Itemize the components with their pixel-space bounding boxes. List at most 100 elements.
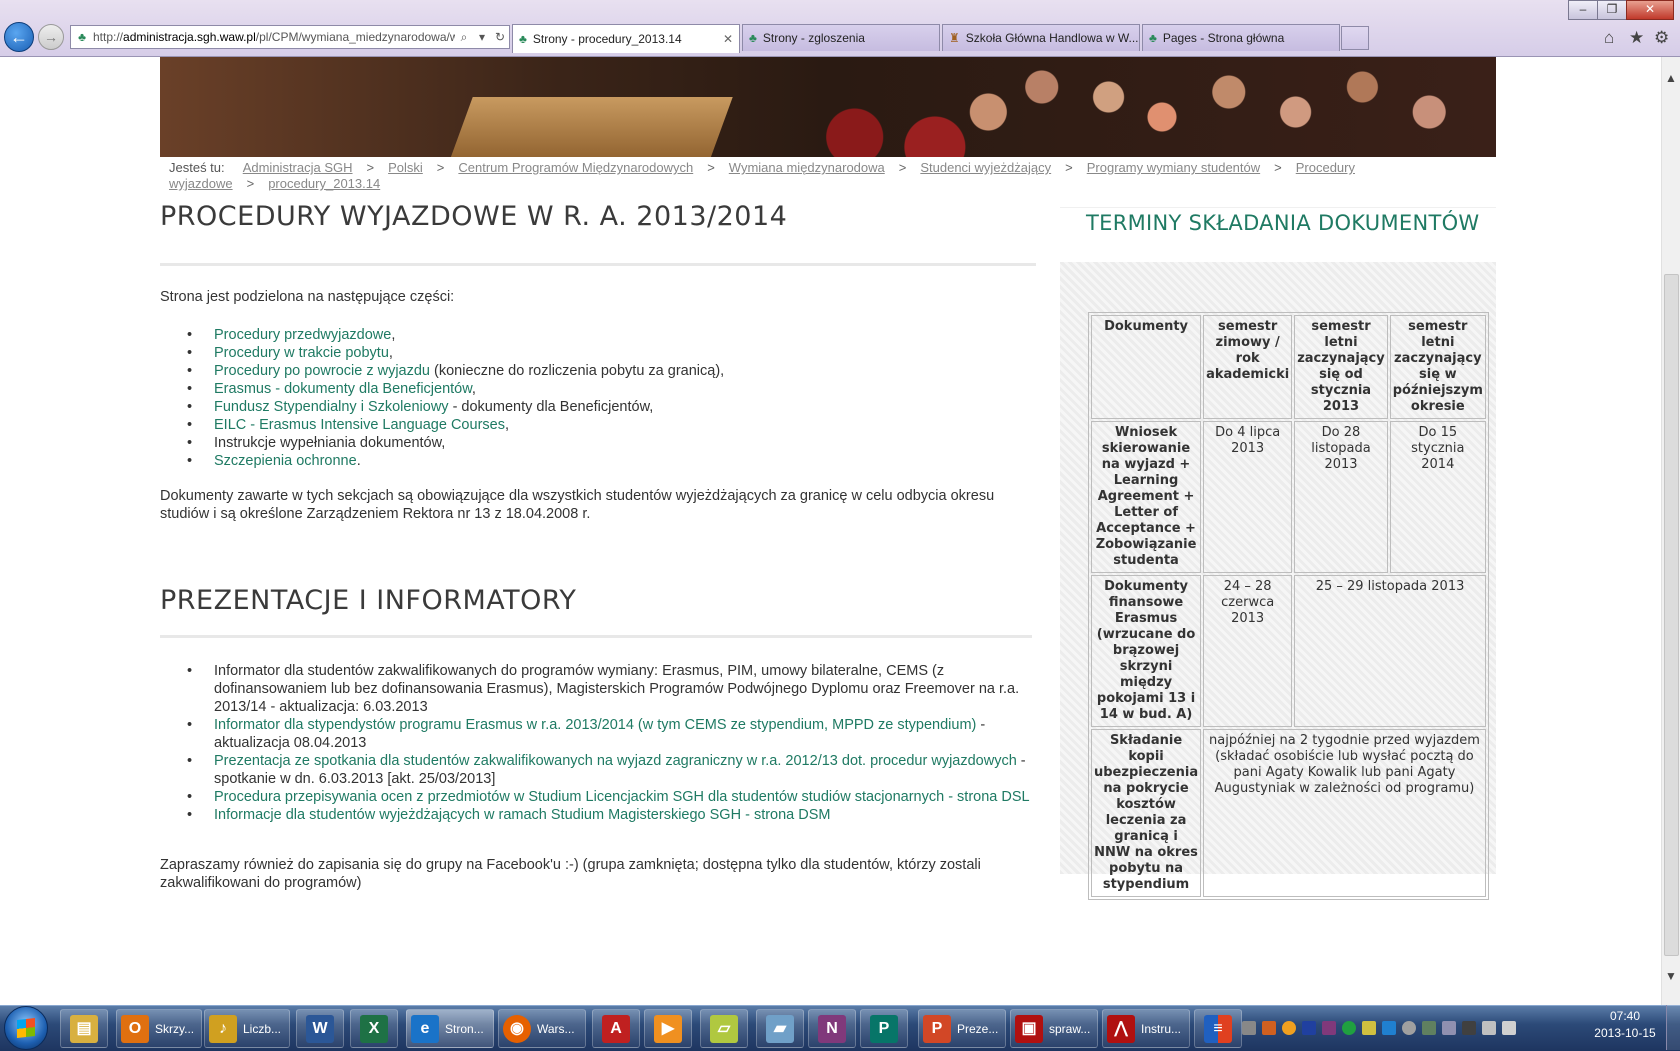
favorites-star-icon[interactable]: ★ — [1629, 28, 1644, 48]
dropdown-icon[interactable]: ▾ — [473, 30, 491, 44]
taskbar-word[interactable]: W — [296, 1009, 344, 1048]
close-window-button[interactable]: ✕ — [1626, 0, 1674, 20]
list-item: Fundusz Stypendialny i Szkoleniowy - dok… — [187, 398, 724, 416]
start-button[interactable] — [4, 1006, 48, 1050]
tab-label: Pages - Strona główna — [1162, 31, 1285, 45]
taskbar-outlook[interactable]: O Skrzy... — [116, 1009, 202, 1048]
media-icon: ▶ — [654, 1014, 682, 1043]
section-link[interactable]: Procedury po powrocie z wyjazdu — [214, 363, 430, 379]
minimize-button[interactable]: – — [1568, 0, 1598, 20]
section-link[interactable]: Szczepienia ochronne — [214, 453, 357, 469]
taskbar-media[interactable]: ▶ — [644, 1009, 692, 1048]
network-icon[interactable] — [1482, 1020, 1496, 1035]
tray-icon[interactable] — [1382, 1020, 1396, 1035]
taskbar-publisher[interactable]: P — [860, 1009, 908, 1048]
breadcrumb-current[interactable]: procedury_2013.14 — [268, 176, 380, 191]
tray-icon[interactable] — [1242, 1020, 1256, 1035]
informator-text: Informator dla studentów zakwalifikowany… — [214, 663, 1020, 715]
list-item: Informacje dla studentów wyjeżdżających … — [187, 806, 1030, 824]
tray-icon[interactable] — [1342, 1020, 1356, 1035]
back-button[interactable]: ← — [4, 22, 34, 52]
section-link[interactable]: Erasmus - dokumenty dla Beneficjentów — [214, 381, 472, 397]
tray-icon[interactable] — [1442, 1020, 1456, 1035]
explorer-taskbar-button[interactable]: ▤ — [60, 1009, 108, 1048]
facebook-note: Zapraszamy również do zapisania się do g… — [160, 857, 981, 891]
maximize-button[interactable]: ❐ — [1597, 0, 1627, 20]
tray-icon[interactable] — [1262, 1020, 1276, 1035]
tab-strony-zgloszenia[interactable]: ♣ Strony - zgloszenia — [742, 24, 940, 51]
tab-label: Strony - procedury_2013.14 — [532, 32, 682, 46]
window-controls: – ❐ ✕ — [1568, 0, 1674, 20]
tray-icon[interactable] — [1402, 1020, 1416, 1035]
taskbar-ie[interactable]: e Stron... — [406, 1009, 494, 1048]
show-desktop-button[interactable] — [1666, 1005, 1680, 1050]
scroll-down-icon[interactable]: ▼ — [1662, 969, 1680, 983]
section-link[interactable]: Fundusz Stypendialny i Szkoleniowy — [214, 399, 449, 415]
vertical-scrollbar[interactable]: ▲ ▼ — [1661, 57, 1680, 1005]
sidebar-title: TERMINY SKŁADANIA DOKUMENTÓW — [1086, 211, 1480, 235]
new-tab-button[interactable] — [1341, 26, 1369, 50]
taskbar-powerpoint[interactable]: P Preze... — [918, 1009, 1006, 1048]
tab-pages[interactable]: ♣ Pages - Strona główna — [1142, 24, 1340, 51]
presentation-link[interactable]: Prezentacja ze spotkania dla studentów z… — [214, 753, 1017, 769]
tab-strony-procedury[interactable]: ♣ Strony - procedury_2013.14 ✕ — [512, 24, 740, 53]
outlook-icon: O — [121, 1014, 149, 1043]
taskbar-onenote[interactable]: N — [808, 1009, 856, 1048]
tray-icon[interactable] — [1422, 1020, 1436, 1035]
list-item: Erasmus - dokumenty dla Beneficjentów, — [187, 380, 724, 398]
sections-list: Procedury przedwyjazdowe, Procedury w tr… — [187, 326, 724, 470]
breadcrumb-link[interactable]: Centrum Programów Międzynarodowych — [458, 160, 693, 175]
flag-icon[interactable] — [1462, 1020, 1476, 1035]
refresh-icon[interactable]: ↻ — [491, 30, 509, 44]
breadcrumb-link[interactable]: Polski — [388, 160, 423, 175]
breadcrumb-link[interactable]: Studenci wyjeżdżający — [920, 160, 1051, 175]
tab-sgh[interactable]: ♜ Szkoła Główna Handlowa w W... — [942, 24, 1140, 51]
taskbar-notes[interactable]: ▰ — [756, 1009, 804, 1048]
breadcrumb-link[interactable]: Programy wymiany studentów — [1087, 160, 1260, 175]
tray-icon[interactable] — [1322, 1020, 1336, 1035]
taskbar-app2[interactable]: ≡ — [1194, 1009, 1242, 1048]
tray-icon[interactable] — [1282, 1020, 1296, 1035]
forward-button[interactable]: → — [38, 24, 64, 50]
url-text[interactable]: http://administracja.sgh.waw.pl/pl/CPM/w… — [93, 30, 455, 44]
informator-link[interactable]: Informator dla stypendystów programu Era… — [214, 717, 976, 733]
scrollbar-thumb[interactable] — [1664, 274, 1679, 956]
settings-gear-icon[interactable]: ⚙ — [1654, 28, 1669, 48]
taskbar-excel[interactable]: X — [350, 1009, 398, 1048]
dsm-link[interactable]: Informacje dla studentów wyjeżdżających … — [214, 807, 831, 823]
breadcrumb-link[interactable]: Wymiana międzynarodowa — [729, 160, 885, 175]
publisher-icon: P — [870, 1014, 898, 1043]
taskbar-clock[interactable]: 07:40 2013-10-15 — [1592, 1008, 1658, 1042]
section-link[interactable]: Procedury w trakcie pobytu — [214, 345, 389, 361]
home-icon[interactable]: ⌂ — [1604, 28, 1614, 48]
table-cell: 24 – 28 czerwca 2013 — [1203, 575, 1293, 727]
volume-icon[interactable] — [1502, 1020, 1516, 1035]
taskbar-folder[interactable]: ▱ — [700, 1009, 748, 1048]
app-icon: ≡ — [1204, 1014, 1232, 1043]
table-cell: 25 – 29 listopada 2013 — [1294, 575, 1486, 727]
list-item: EILC - Erasmus Intensive Language Course… — [187, 416, 724, 434]
table-header: Dokumenty — [1091, 315, 1202, 419]
section-link[interactable]: Procedury przedwyjazdowe — [214, 327, 391, 343]
address-bar[interactable]: ♣ http://administracja.sgh.waw.pl/pl/CPM… — [70, 25, 510, 49]
tray-icon[interactable] — [1302, 1020, 1316, 1035]
scroll-up-icon[interactable]: ▲ — [1662, 71, 1680, 85]
close-tab-icon[interactable]: ✕ — [715, 32, 733, 46]
browser-toolbar: – ❐ ✕ ← → ♣ http://administracja.sgh.waw… — [0, 0, 1680, 57]
breadcrumb: Jesteś tu: Administracja SGH > Polski > Cent… — [169, 160, 1355, 191]
alarm-icon: ♪ — [209, 1014, 237, 1043]
taskbar-acrobat[interactable]: ⋀ Instru... — [1102, 1009, 1190, 1048]
page-content: Jesteś tu: Administracja SGH > Polski > Cent… — [0, 57, 1662, 1005]
taskbar-firefox[interactable]: ◉ Wars... — [498, 1009, 586, 1048]
taskbar-pdf[interactable]: ▣ spraw... — [1010, 1009, 1098, 1048]
breadcrumb-link[interactable]: Administracja SGH — [243, 160, 353, 175]
search-icon[interactable]: ⌕ — [455, 30, 473, 45]
section-text: Instrukcje wypełniania dokumentów, — [214, 435, 446, 451]
taskbar-app[interactable]: A — [592, 1009, 640, 1048]
taskbar-liczby[interactable]: ♪ Liczb... — [204, 1009, 290, 1048]
table-header: semestr zimowy / rok akademicki — [1203, 315, 1293, 419]
dsl-link[interactable]: Procedura przepisywania ocen z przedmiot… — [214, 789, 1030, 805]
tray-icon[interactable] — [1362, 1020, 1376, 1035]
section-link[interactable]: EILC - Erasmus Intensive Language Course… — [214, 417, 505, 433]
list-item: Procedury po powrocie z wyjazdu (koniecz… — [187, 362, 724, 380]
